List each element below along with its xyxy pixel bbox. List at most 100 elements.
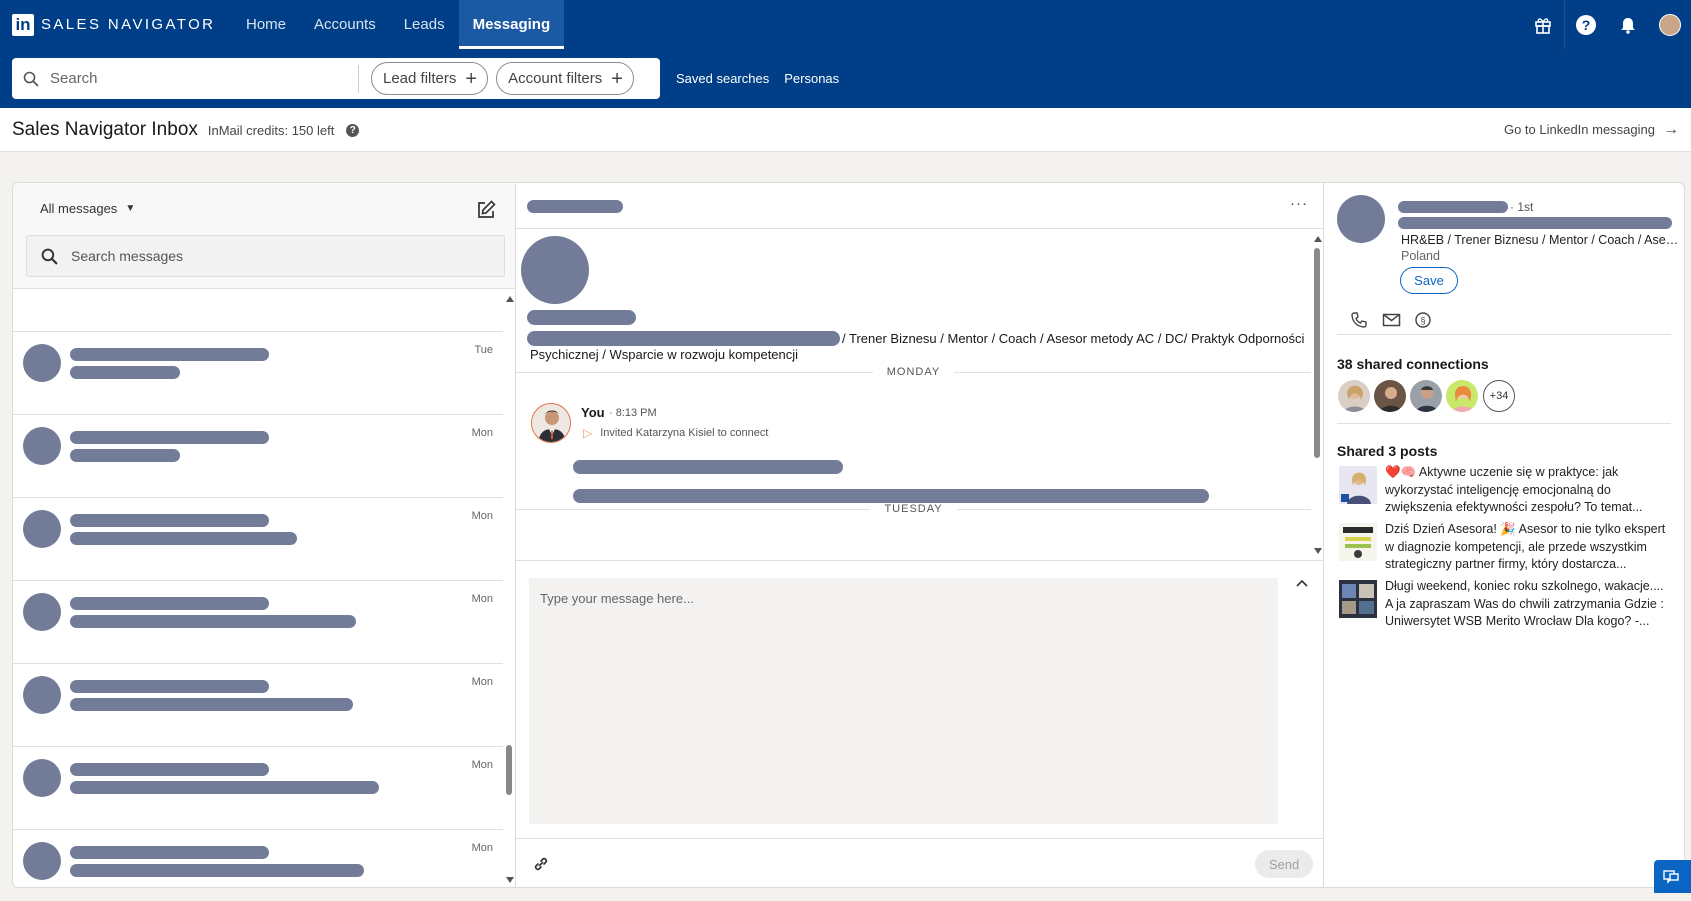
shared-post[interactable]: Długi weekend, koniec roku szkolnego, wa… bbox=[1337, 578, 1671, 632]
top-nav: in SALES NAVIGATOR Home Accounts Leads M… bbox=[0, 0, 1691, 49]
lead-filters-button[interactable]: Lead filters + bbox=[371, 62, 489, 95]
search-row: Lead filters + Account filters + Saved sea… bbox=[0, 49, 1691, 108]
plus-icon: + bbox=[465, 67, 478, 90]
profile-pane: · 1st HR&EB / Trener Biznesu / Mentor / … bbox=[1324, 183, 1684, 887]
sender-avatar[interactable] bbox=[531, 403, 571, 443]
message-input[interactable] bbox=[529, 578, 1278, 824]
list-item[interactable]: Mon bbox=[13, 664, 503, 747]
search-icon bbox=[12, 71, 50, 87]
avatar[interactable] bbox=[1445, 379, 1479, 413]
avatar bbox=[23, 759, 61, 797]
message-thread: / Trener Biznesu / Mentor / Coach / Ases… bbox=[516, 230, 1311, 560]
scrollbar-thumb[interactable] bbox=[506, 745, 512, 795]
contact-avatar[interactable] bbox=[521, 236, 589, 304]
account-filters-label: Account filters bbox=[508, 70, 603, 87]
shared-connections-avatars: +34 bbox=[1337, 379, 1515, 413]
scroll-down-icon[interactable] bbox=[506, 877, 514, 883]
chat-button[interactable] bbox=[1654, 860, 1691, 893]
list-item[interactable]: Mon bbox=[13, 581, 503, 664]
inbox-header: Sales Navigator Inbox InMail credits: 15… bbox=[0, 108, 1691, 152]
shared-post[interactable]: Dziś Dzień Asesora! 🎉 Asesor to nie tylk… bbox=[1337, 521, 1671, 575]
list-item[interactable]: Mon bbox=[13, 498, 503, 581]
chevron-up-icon[interactable] bbox=[1295, 577, 1309, 591]
messaging-panel: All messages ▼ Tue Mon Mon Mon Mon Mon Mon bbox=[12, 182, 1685, 888]
avatar[interactable] bbox=[1409, 379, 1443, 413]
invitation-text: Invited Katarzyna Kisiel to connect bbox=[600, 427, 769, 439]
conversation-day: Mon bbox=[471, 593, 493, 605]
scroll-down-icon[interactable] bbox=[1314, 548, 1322, 554]
help-icon[interactable]: ? bbox=[1565, 0, 1607, 49]
saved-searches-link[interactable]: Saved searches bbox=[676, 71, 769, 86]
mail-icon[interactable] bbox=[1382, 311, 1401, 329]
tab-home[interactable]: Home bbox=[232, 0, 300, 49]
message-timestamp: · 8:13 PM bbox=[609, 407, 657, 419]
shared-post[interactable]: ❤️🧠 Aktywne uczenie się w praktyce: jak … bbox=[1337, 464, 1671, 518]
contact-headline: / Trener Biznesu / Mentor / Coach / Ases… bbox=[530, 331, 1305, 362]
list-item[interactable] bbox=[13, 290, 503, 332]
list-item[interactable]: Mon bbox=[13, 747, 503, 830]
brand[interactable]: in SALES NAVIGATOR bbox=[12, 13, 232, 36]
account-filters-button[interactable]: Account filters + bbox=[496, 62, 634, 95]
thread-scrollbar[interactable] bbox=[1311, 230, 1323, 560]
divider bbox=[516, 371, 873, 373]
connection-degree: · 1st bbox=[1510, 200, 1534, 214]
save-lead-button[interactable]: Save bbox=[1400, 267, 1458, 294]
more-connections-badge[interactable]: +34 bbox=[1483, 380, 1515, 412]
scrollbar-thumb[interactable] bbox=[1314, 248, 1320, 458]
info-icon[interactable]: ? bbox=[346, 124, 360, 137]
contact-avatar[interactable] bbox=[1337, 195, 1385, 243]
contact-location: Poland bbox=[1401, 249, 1440, 263]
send-button[interactable]: Send bbox=[1255, 850, 1313, 878]
personas-link[interactable]: Personas bbox=[784, 71, 839, 86]
scroll-up-icon[interactable] bbox=[1314, 236, 1322, 242]
divider bbox=[956, 508, 1311, 510]
conversation-scrollbar[interactable] bbox=[503, 290, 515, 887]
redacted-name bbox=[70, 763, 269, 776]
redacted-message bbox=[573, 489, 1209, 503]
more-options-icon[interactable]: ··· bbox=[1290, 195, 1308, 212]
conversation-list: Tue Mon Mon Mon Mon Mon Mon bbox=[13, 290, 503, 887]
avatar[interactable] bbox=[1373, 379, 1407, 413]
day-label: MONDAY bbox=[886, 366, 941, 378]
search-input[interactable] bbox=[50, 70, 350, 87]
goto-linkedin-messaging-link[interactable]: Go to LinkedIn messaging → bbox=[1504, 121, 1679, 139]
divider bbox=[1337, 334, 1671, 335]
tab-leads[interactable]: Leads bbox=[390, 0, 459, 49]
phone-icon[interactable] bbox=[1350, 311, 1368, 329]
gift-icon[interactable] bbox=[1522, 0, 1564, 49]
avatar bbox=[23, 842, 61, 880]
bell-icon[interactable] bbox=[1607, 0, 1649, 49]
redacted-snippet bbox=[70, 781, 379, 794]
shared-connections-title[interactable]: 38 shared connections bbox=[1337, 356, 1489, 372]
brand-name: SALES NAVIGATOR bbox=[41, 16, 216, 33]
list-item[interactable]: Mon bbox=[13, 830, 503, 887]
avatar[interactable] bbox=[1337, 379, 1371, 413]
compose-icon[interactable] bbox=[475, 199, 499, 223]
search-links: Saved searches Personas bbox=[676, 49, 854, 108]
thread-pane: ··· / Trener Biznesu / Mentor / Coach / … bbox=[516, 183, 1324, 887]
day-separator: MONDAY bbox=[516, 365, 1311, 379]
tab-accounts[interactable]: Accounts bbox=[300, 0, 390, 49]
crm-icon[interactable]: § bbox=[1414, 311, 1432, 329]
composer-footer: Send bbox=[516, 838, 1323, 887]
message-filter-dropdown[interactable]: All messages ▼ bbox=[40, 201, 135, 216]
conversation-day: Mon bbox=[471, 676, 493, 688]
avatar bbox=[1659, 13, 1681, 36]
avatar bbox=[23, 676, 61, 714]
profile-avatar[interactable] bbox=[1649, 0, 1691, 49]
redacted-snippet bbox=[70, 366, 180, 379]
redacted-snippet bbox=[70, 615, 356, 628]
redacted-name bbox=[1398, 201, 1508, 213]
redacted-name bbox=[70, 431, 269, 444]
list-item[interactable]: Mon bbox=[13, 415, 503, 498]
tab-messaging[interactable]: Messaging bbox=[458, 0, 565, 49]
redacted-message bbox=[573, 460, 843, 474]
invitation-note: ▷ Invited Katarzyna Kisiel to connect bbox=[583, 426, 768, 440]
list-item[interactable]: Tue bbox=[13, 332, 503, 415]
message-search-input[interactable] bbox=[71, 248, 451, 264]
avatar bbox=[23, 593, 61, 631]
attachment-icon[interactable] bbox=[533, 856, 551, 874]
scroll-up-icon[interactable] bbox=[506, 296, 514, 302]
sender-name: You bbox=[581, 405, 605, 420]
shared-posts-title: Shared 3 posts bbox=[1337, 443, 1438, 459]
